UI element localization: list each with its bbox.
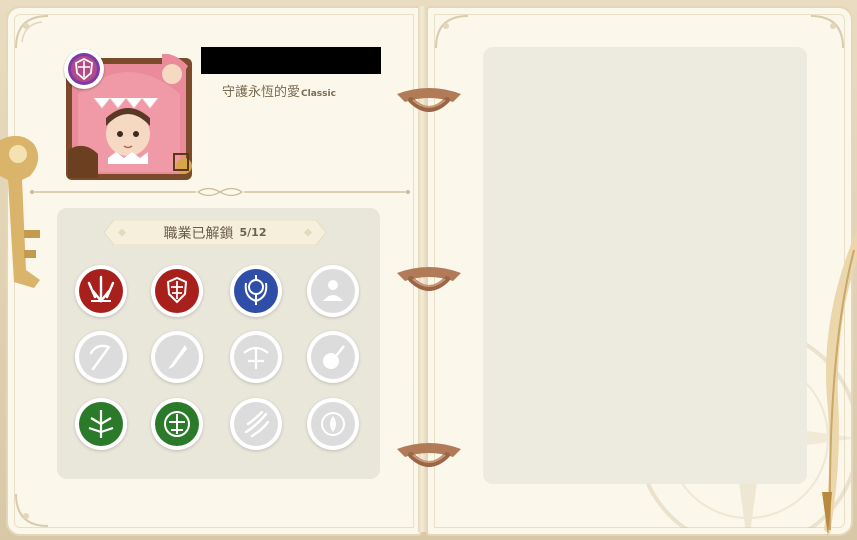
job-slot-swordsman[interactable] [75, 265, 127, 317]
corner-ornament-icon [810, 15, 844, 49]
mage-staff-icon [244, 275, 268, 305]
job-slot-wind-blade[interactable] [230, 398, 282, 450]
job-slot-cleric[interactable] [307, 265, 359, 317]
knight-shield-icon [68, 53, 100, 85]
golden-key-icon [0, 135, 40, 288]
dagger-icon [168, 345, 187, 369]
swordsman-icon [87, 275, 115, 303]
job-slot-dagger[interactable] [151, 331, 203, 383]
job-slot-crossbow[interactable] [230, 331, 282, 383]
character-title-tag: Classic [301, 89, 336, 99]
crossbow-icon [243, 346, 269, 369]
player-name-redacted [201, 47, 381, 74]
character-title-text: 守護永恆的愛 [222, 85, 301, 100]
cleric-icon [323, 280, 343, 301]
lute-icon [323, 345, 345, 369]
job-slot-warden[interactable] [151, 398, 203, 450]
job-slot-knight[interactable] [151, 265, 203, 317]
job-slot-scythe[interactable] [75, 331, 127, 383]
details-panel [483, 47, 807, 484]
binder-ring-icon [397, 267, 461, 291]
corner-ornament-icon [435, 15, 469, 49]
jobs-count: 5/12 [239, 226, 267, 239]
corner-ornament-icon [15, 15, 49, 49]
jobs-label-text: 職業已解鎖 [163, 225, 234, 242]
corner-ornament-icon [15, 493, 49, 527]
class-emblem-badge[interactable] [64, 49, 104, 89]
job-slot-bard[interactable] [307, 331, 359, 383]
flame-orb-icon [321, 412, 345, 436]
quill-feather-icon [822, 230, 857, 536]
job-slot-flame[interactable] [307, 398, 359, 450]
binder-ring-icon [397, 88, 461, 112]
job-slot-mage[interactable] [230, 265, 282, 317]
jobs-unlocked-label: 職業已解鎖 5/12 [104, 220, 326, 245]
warden-icon [164, 411, 190, 437]
journal-book: 守護永恆的愛Classic 職業已解鎖 5/12 [0, 0, 857, 540]
character-title: 守護永恆的愛Classic [222, 81, 336, 100]
wind-blade-icon [244, 410, 270, 438]
knight-shield-icon [166, 276, 188, 304]
scythe-icon [89, 344, 111, 371]
binder-ring-icon [397, 443, 461, 467]
ornamental-divider [30, 187, 410, 197]
ranger-icon [88, 410, 114, 438]
job-slot-ranger[interactable] [75, 398, 127, 450]
